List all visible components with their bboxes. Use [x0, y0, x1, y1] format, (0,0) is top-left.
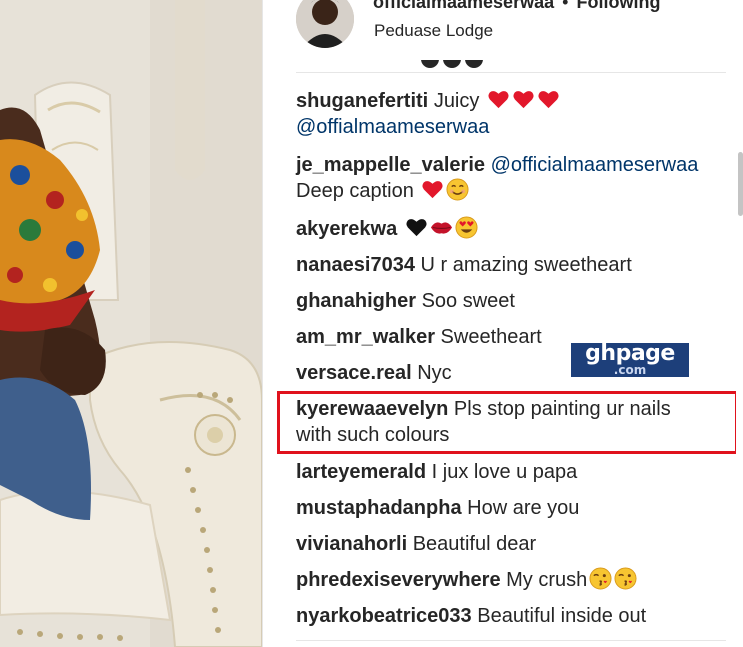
- comment-username[interactable]: am_mr_walker: [296, 326, 435, 348]
- emoji-row-icon: [421, 60, 483, 68]
- comment-text: U r amazing sweetheart: [420, 254, 632, 276]
- avatar-image: [296, 0, 354, 48]
- comment-item: phredexiseverywhere My crush: [296, 567, 716, 593]
- post-username-link[interactable]: officialmaameserwaa: [373, 0, 554, 12]
- comment-item-partial: [416, 60, 726, 74]
- photo-illustration: [0, 0, 262, 647]
- kissing-wink-icon: [614, 567, 637, 590]
- comment-item: mustaphadanpha How are you: [296, 495, 716, 521]
- lips-icon: [430, 222, 452, 234]
- watermark-line1: ghpage: [585, 341, 675, 366]
- comment-username[interactable]: nyarkobeatrice033: [296, 605, 472, 627]
- comment-username[interactable]: phredexiseverywhere: [296, 569, 501, 591]
- comment-username[interactable]: shuganefertiti: [296, 90, 428, 112]
- post-header-title: officialmaameserwaa • Following: [373, 0, 660, 13]
- red-heart-icon: [422, 181, 443, 199]
- heart-eyes-icon: [455, 216, 478, 239]
- scrollbar-thumb[interactable]: [738, 152, 743, 216]
- comment-item: nyarkobeatrice033 Beautiful inside out: [296, 603, 716, 629]
- comment-text: Juicy: [433, 90, 480, 112]
- location-link[interactable]: Peduase Lodge: [374, 21, 493, 41]
- red-heart-icon: [488, 91, 509, 109]
- comment-text: Sweetheart: [440, 326, 542, 348]
- comment-item: shuganefertiti Juicy @offialmaameserwaa: [296, 88, 716, 140]
- watermark-line2: .com: [613, 363, 647, 377]
- comment-username[interactable]: je_mappelle_valerie: [296, 154, 485, 176]
- panel-divider: [262, 0, 263, 647]
- comment-username[interactable]: ghanahigher: [296, 290, 416, 312]
- comment-partial-top: [296, 60, 726, 74]
- comment-username[interactable]: versace.real: [296, 362, 412, 384]
- comment-item: larteyemerald I jux love u papa: [296, 459, 716, 485]
- comment-item: ghanahigher Soo sweet: [296, 288, 716, 314]
- header-separator: •: [562, 0, 569, 12]
- comment-text: How are you: [467, 497, 580, 519]
- comment-text: Deep caption: [296, 180, 414, 202]
- comment-text: Nyc: [417, 362, 452, 384]
- comment-item: akyerekwa: [296, 216, 716, 242]
- kissing-wink-icon: [589, 567, 612, 590]
- comment-username[interactable]: akyerekwa: [296, 218, 397, 240]
- comment-text: I jux love u papa: [431, 461, 578, 483]
- comment-mention-link[interactable]: @offialmaameserwaa: [296, 116, 489, 138]
- red-heart-icon: [513, 91, 534, 109]
- profile-avatar[interactable]: [296, 0, 354, 48]
- comment-username[interactable]: larteyemerald: [296, 461, 426, 483]
- red-heart-icon: [538, 91, 559, 109]
- post-photo: [0, 0, 262, 647]
- ghpage-watermark-logo: ghpage .com: [571, 343, 689, 377]
- comment-item: vivianahorli Beautiful dear: [296, 531, 716, 557]
- comment-text: My crush: [506, 569, 588, 591]
- comment-item: nanaesi7034 U r amazing sweetheart: [296, 252, 716, 278]
- highlight-box: [277, 391, 738, 454]
- comment-username[interactable]: nanaesi7034: [296, 254, 415, 276]
- comments-bottom-divider: [296, 640, 726, 641]
- comment-text: Soo sweet: [421, 290, 515, 312]
- black-heart-icon: [406, 219, 427, 237]
- comment-item: je_mappelle_valerie @officialmaameserwaa…: [296, 152, 726, 204]
- smiling-face-icon: [446, 178, 469, 201]
- comment-text: Beautiful dear: [412, 533, 537, 555]
- comment-username[interactable]: mustaphadanpha: [296, 497, 462, 519]
- following-button[interactable]: Following: [576, 0, 660, 12]
- comment-text: Beautiful inside out: [477, 605, 647, 627]
- comment-mention-link[interactable]: @officialmaameserwaa: [491, 154, 699, 176]
- comment-username[interactable]: vivianahorli: [296, 533, 407, 555]
